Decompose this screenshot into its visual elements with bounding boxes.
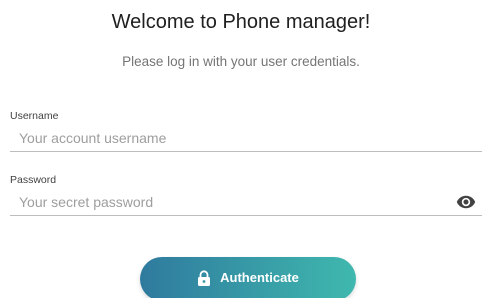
password-field: Password bbox=[10, 174, 482, 216]
login-page: Welcome to Phone manager! Please log in … bbox=[0, 0, 482, 298]
username-label: Username bbox=[10, 110, 59, 122]
authenticate-button-label: Authenticate bbox=[220, 270, 299, 285]
password-label: Password bbox=[10, 174, 57, 186]
page-subtitle: Please log in with your user credentials… bbox=[122, 54, 360, 69]
page-title: Welcome to Phone manager! bbox=[111, 11, 371, 33]
password-input[interactable] bbox=[10, 191, 449, 213]
eye-icon[interactable] bbox=[456, 192, 476, 212]
username-field: Username bbox=[10, 110, 482, 152]
authenticate-button[interactable]: Authenticate bbox=[140, 257, 356, 298]
lock-icon bbox=[197, 270, 211, 286]
username-input[interactable] bbox=[10, 127, 449, 149]
